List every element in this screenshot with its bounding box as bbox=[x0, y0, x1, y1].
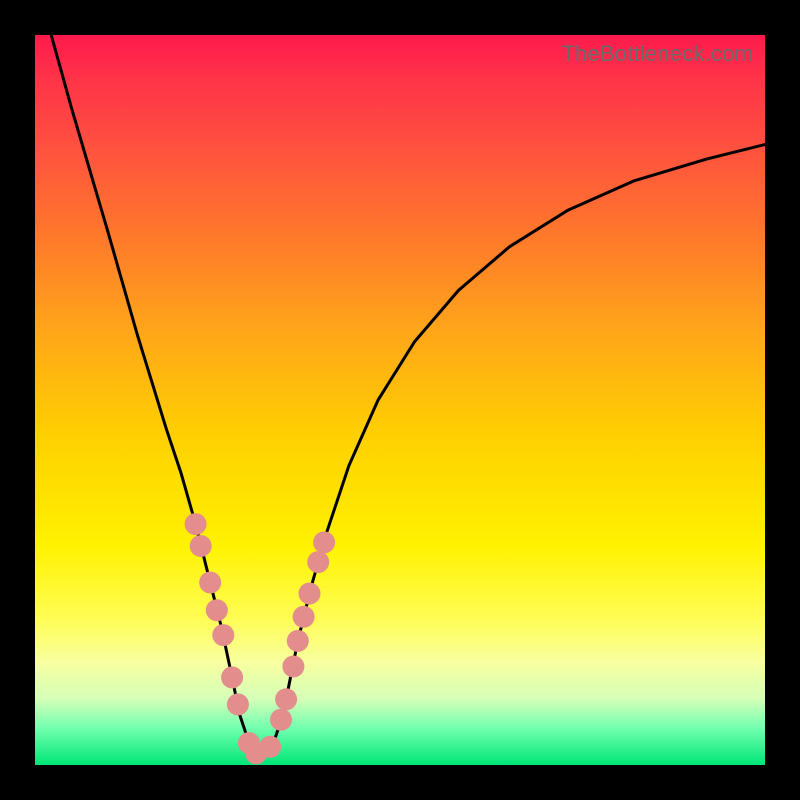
bottleneck-curve bbox=[35, 0, 765, 758]
plot-area: TheBottleneck.com bbox=[35, 35, 765, 765]
highlight-marker bbox=[185, 513, 207, 535]
highlight-marker bbox=[221, 666, 243, 688]
highlight-marker bbox=[313, 531, 335, 553]
highlight-marker bbox=[212, 624, 234, 646]
highlight-marker bbox=[259, 736, 281, 758]
highlight-markers-group bbox=[185, 513, 336, 764]
highlight-marker bbox=[299, 583, 321, 605]
chart-svg bbox=[35, 35, 765, 765]
highlight-marker bbox=[206, 599, 228, 621]
highlight-marker bbox=[270, 709, 292, 731]
highlight-marker bbox=[275, 688, 297, 710]
highlight-marker bbox=[199, 572, 221, 594]
highlight-marker bbox=[307, 551, 329, 573]
highlight-marker bbox=[287, 630, 309, 652]
highlight-marker bbox=[190, 535, 212, 557]
highlight-marker bbox=[227, 693, 249, 715]
highlight-marker bbox=[282, 656, 304, 678]
highlight-marker bbox=[293, 606, 315, 628]
outer-frame: TheBottleneck.com bbox=[0, 0, 800, 800]
